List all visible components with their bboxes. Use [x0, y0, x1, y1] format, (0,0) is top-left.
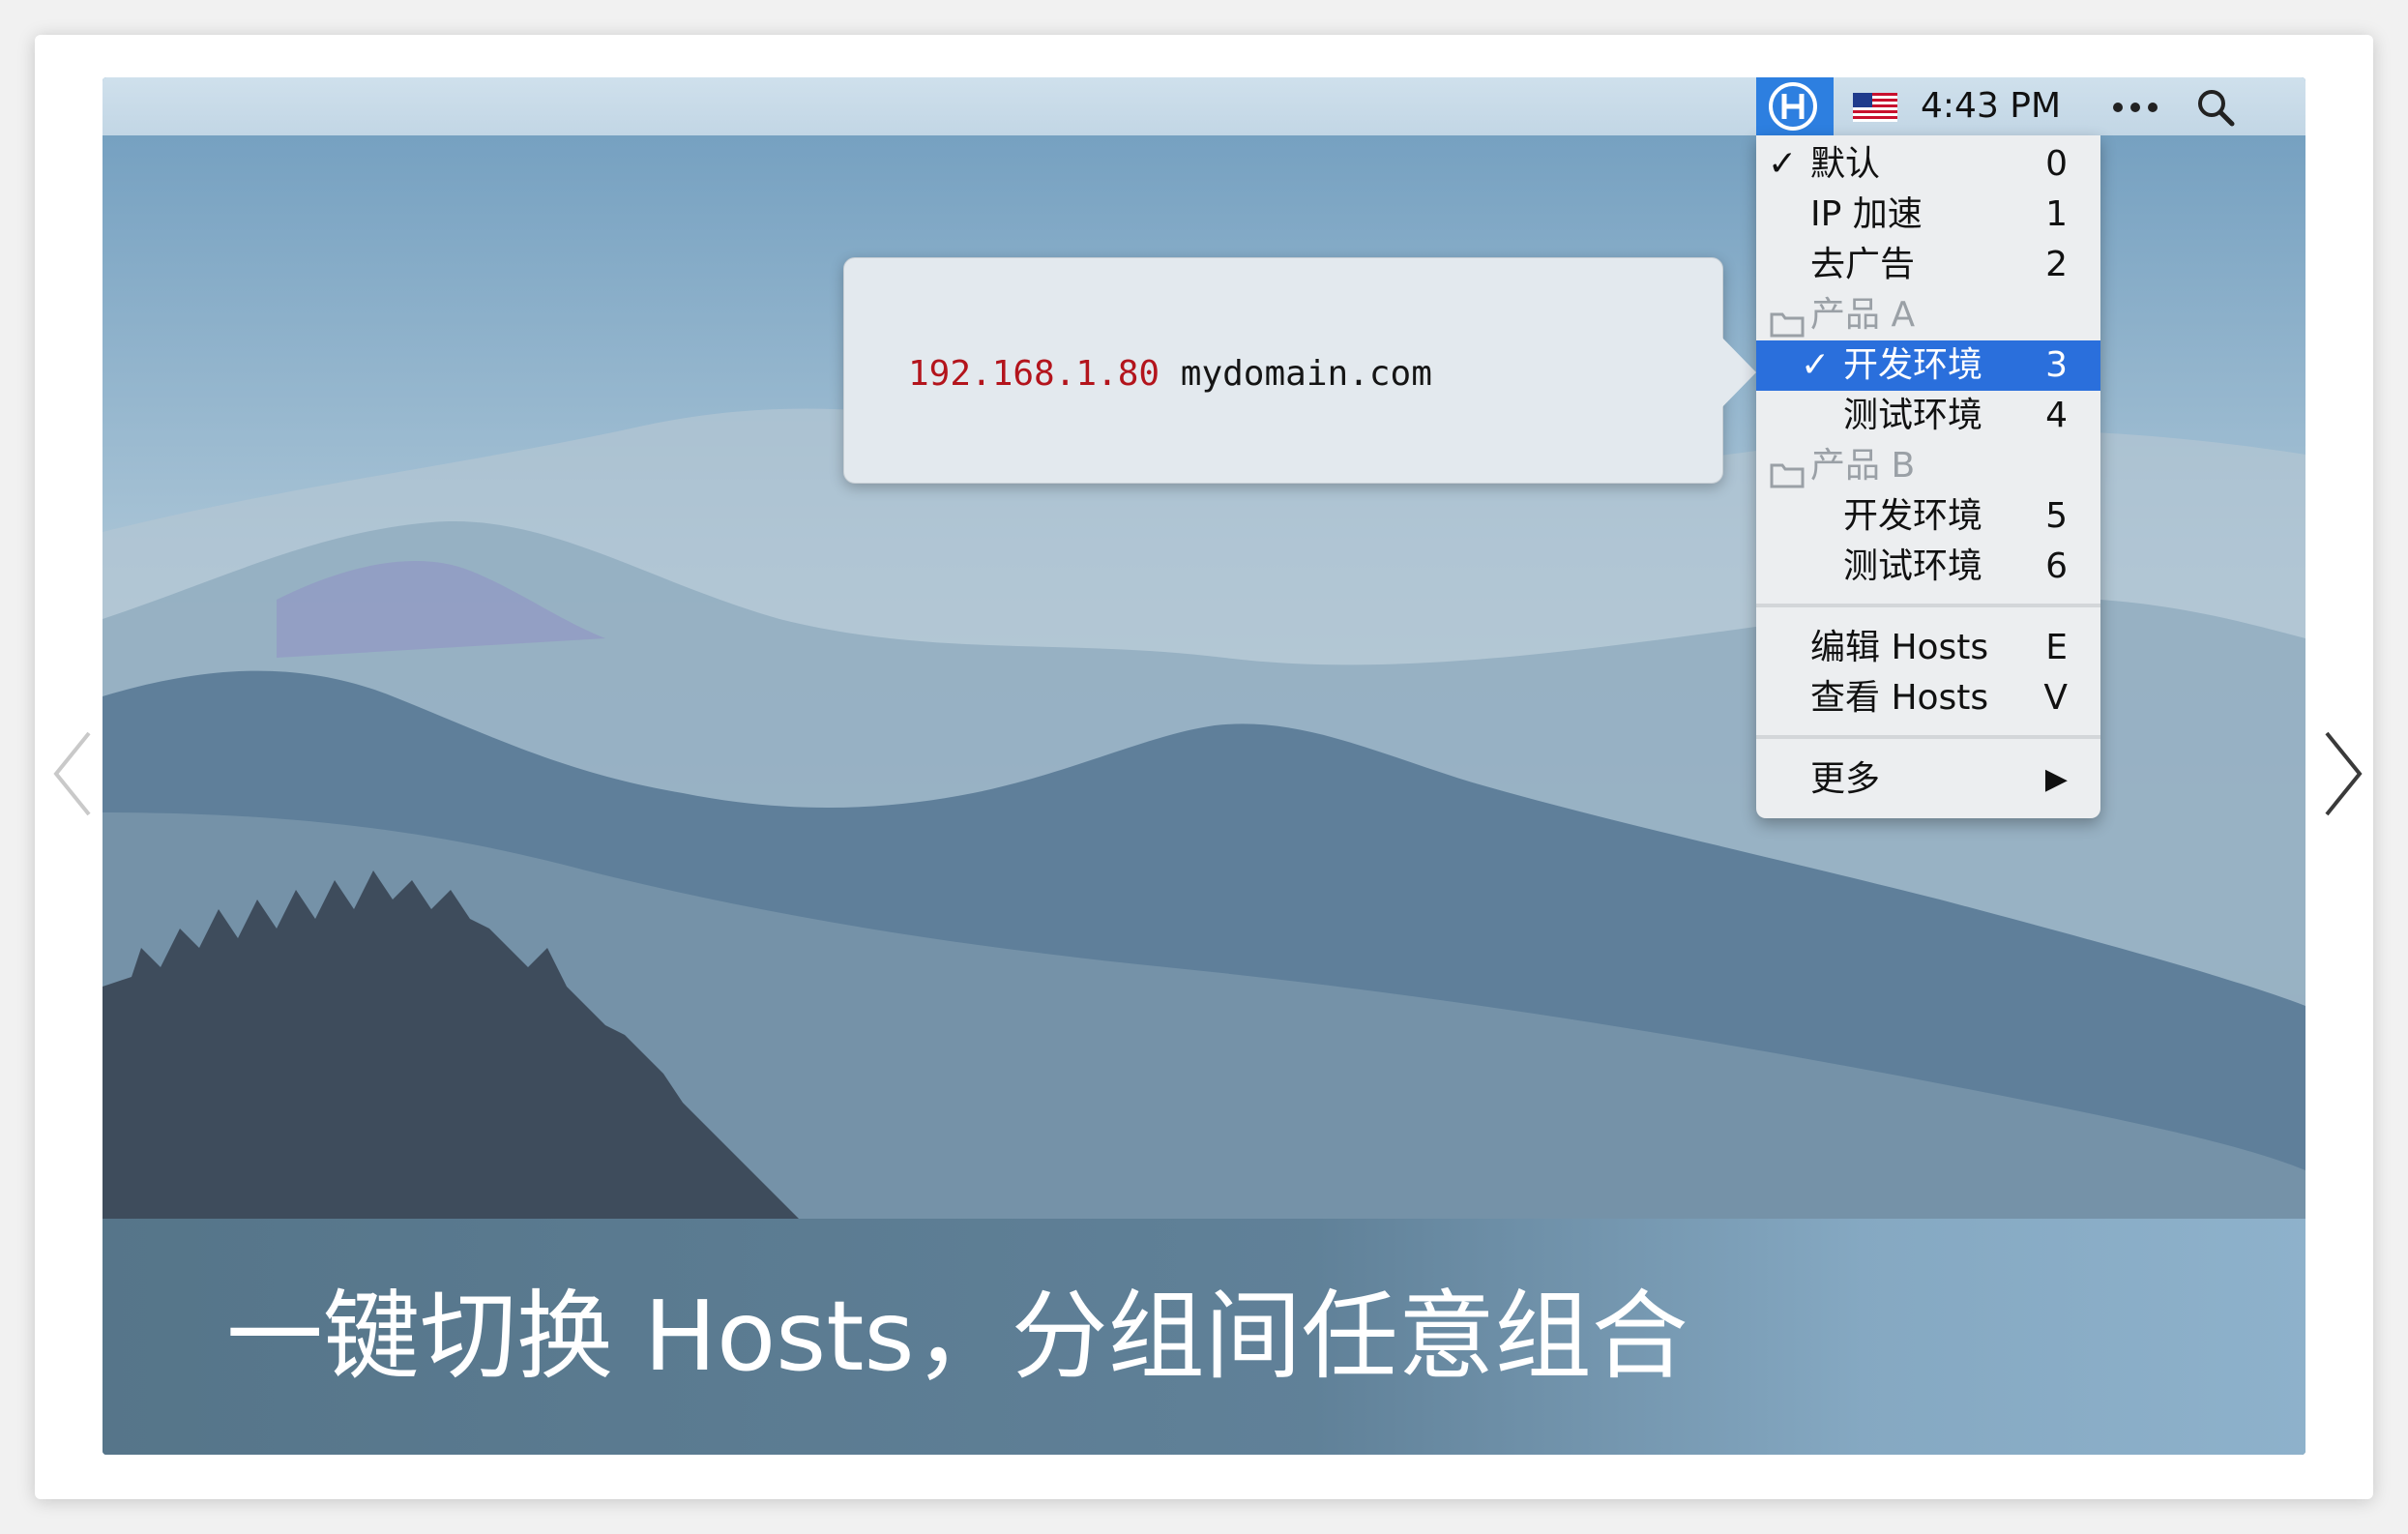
chevron-right-icon[interactable]	[2309, 716, 2377, 832]
folder-icon	[1770, 453, 1805, 488]
search-icon[interactable]	[2193, 85, 2238, 130]
checkmark-icon: ✓	[1801, 345, 1831, 385]
chevron-left-icon[interactable]	[39, 716, 106, 832]
checkmark-icon: ✓	[1768, 144, 1798, 184]
desktop-screenshot: 4:43 PM 192.168.1.80 mydomain.com ✓ 默认 0…	[103, 77, 2305, 1455]
popover-tail	[1714, 329, 1758, 416]
ellipsis-icon[interactable]	[2108, 93, 2162, 122]
us-flag-icon[interactable]	[1853, 93, 1897, 122]
menu-item-ip-speedup[interactable]: IP 加速 1	[1756, 190, 2100, 240]
slide-caption: 一键切换 Hosts，分组间任意组合	[226, 1280, 1689, 1393]
submenu-arrow-icon: ▶	[2044, 762, 2068, 796]
hosts-domain: mydomain.com	[1180, 354, 1432, 394]
menu-bar: 4:43 PM	[103, 77, 2305, 135]
menu-item-view-hosts[interactable]: 查看 Hosts V	[1756, 673, 2100, 723]
hosts-ip: 192.168.1.80	[908, 354, 1160, 394]
hosts-dropdown-menu: ✓ 默认 0 IP 加速 1 去广告 2 产品 A ✓ 开发环境 3 测试环境 …	[1756, 135, 2100, 818]
menu-separator	[1756, 735, 2100, 739]
menu-item-more[interactable]: 更多 ▶	[1756, 754, 2100, 805]
menu-group-product-a: 产品 A	[1756, 290, 2100, 340]
menu-separator	[1756, 604, 2100, 607]
menu-item-product-b-test[interactable]: 测试环境 6	[1756, 542, 2100, 592]
menu-item-default[interactable]: ✓ 默认 0	[1756, 139, 2100, 190]
menu-item-edit-hosts[interactable]: 编辑 Hosts E	[1756, 623, 2100, 673]
folder-icon	[1770, 302, 1805, 338]
menu-item-product-b-dev[interactable]: 开发环境 5	[1756, 491, 2100, 542]
hosts-app-icon[interactable]	[1756, 77, 1834, 135]
menu-item-product-a-dev[interactable]: ✓ 开发环境 3	[1756, 340, 2100, 391]
menu-item-product-a-test[interactable]: 测试环境 4	[1756, 391, 2100, 441]
hosts-entry: 192.168.1.80 mydomain.com	[908, 351, 1682, 398]
menu-bar-clock[interactable]: 4:43 PM	[1921, 85, 2075, 128]
menu-group-product-b: 产品 B	[1756, 441, 2100, 491]
caption-band: 一键切换 Hosts，分组间任意组合	[103, 1219, 2305, 1455]
hosts-preview-popover: 192.168.1.80 mydomain.com	[843, 257, 1723, 484]
menu-item-adblock[interactable]: 去广告 2	[1756, 240, 2100, 290]
